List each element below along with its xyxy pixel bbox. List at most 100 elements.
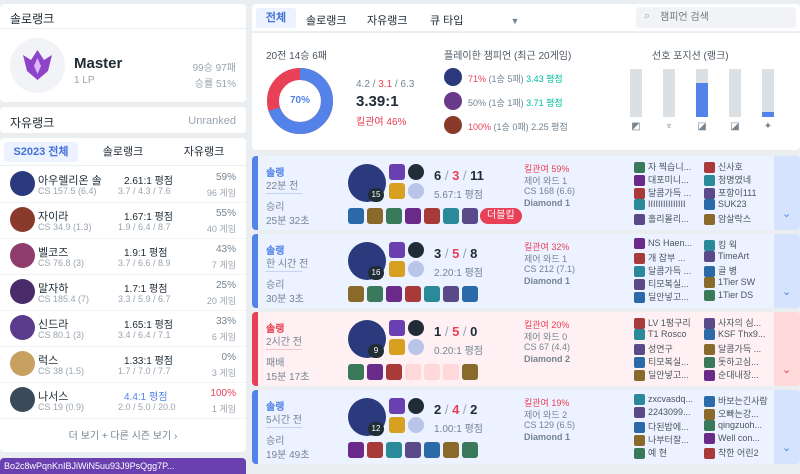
enemy-player[interactable]: 바보는긴사람 — [704, 394, 778, 408]
ally-player[interactable]: 티모복실... — [634, 277, 714, 291]
ally-player[interactable]: T1 Rosco — [634, 329, 714, 342]
player-name: 티모복실... — [648, 279, 689, 289]
champion-row[interactable]: 아우렐리온 솔 CS 157.5 (6.4) 2.61:1 평점 3.7 / 4.3 … — [0, 167, 246, 203]
ally-player[interactable]: 자 찍습니... — [634, 160, 714, 174]
match-kda-ratio: 0.20:1 평점 — [434, 346, 483, 357]
champion-row[interactable]: 럭스 CS 38 (1.5) 1.33:1 평점 1.7 / 7.0 / 7.7 0% 3… — [0, 347, 246, 383]
ally-player[interactable]: 딜안넣고... — [634, 368, 714, 382]
player-name: 1Tier SW — [718, 277, 756, 287]
tab-season-flex[interactable]: 자유랭크 — [166, 142, 242, 162]
ally-player[interactable]: 달콤가득 ... — [634, 264, 714, 278]
champion-row[interactable]: 신드라 CS 80.1 (3) 1.65:1 평점 3.4 / 6.4 / 7.1 33… — [0, 311, 246, 347]
avg-assists: 6.3 — [400, 79, 415, 90]
expand-match-button[interactable]: ⌄ — [774, 390, 800, 464]
ally-player[interactable]: 예 현 — [634, 446, 714, 460]
enemy-player[interactable]: 순대내장... — [704, 368, 778, 382]
tab-season-solo[interactable]: 솔로랭크 — [86, 142, 160, 162]
enemy-player[interactable]: 신사호 — [704, 160, 778, 174]
enemy-player[interactable]: 달콤가득 ... — [704, 342, 778, 356]
expand-match-button[interactable]: ⌄ — [774, 234, 800, 308]
champion-row[interactable]: 말자하 CS 185.4 (7) 1.7:1 평점 3.3 / 5.9 / 6.7 25… — [0, 275, 246, 311]
ally-player[interactable]: LV 1펑구리 — [634, 316, 714, 330]
enemy-player[interactable]: 돗하고심... — [704, 355, 778, 369]
match-card[interactable]: 솔랭 한 시간 전 승리 30분 3초 16 3 / 5 / 8 2.20:1 평점 킬관여 … — [252, 234, 800, 308]
more-seasons-link[interactable]: 더 보기 + 다른 시즌 보기 › — [0, 427, 246, 442]
rune-primary — [408, 164, 424, 180]
player-champion-icon — [704, 290, 715, 302]
player-champion-icon — [634, 199, 645, 211]
item-icon — [424, 442, 440, 458]
tab-flex-rank[interactable]: 자유랭크 — [367, 12, 407, 28]
ally-player[interactable]: 대포미니... — [634, 173, 714, 187]
ally-player[interactable]: zxcvasdq... — [634, 394, 714, 407]
ally-player[interactable]: 개 잡부 ... — [634, 251, 714, 265]
played-score: 2.25 평점 — [531, 122, 568, 132]
tab-all[interactable]: 전체 — [256, 8, 296, 28]
champion-icon — [10, 207, 35, 232]
played-champion-row: 50% (1승 1패) 3.71 평점 — [444, 91, 624, 111]
champion-icon — [10, 243, 35, 268]
ally-player[interactable]: NS Haen... — [634, 238, 714, 251]
enemy-player[interactable]: KSF Thx9... — [704, 329, 778, 342]
enemy-player[interactable]: 착한 어린2 — [704, 446, 778, 460]
player-champion-icon — [704, 357, 715, 369]
champion-row[interactable]: 벨코즈 CS 76.8 (3) 1.9:1 평점 3.7 / 6.6 / 8.9 43%… — [0, 239, 246, 275]
enemy-player[interactable]: SUK23 — [704, 199, 778, 212]
enemy-player[interactable]: 포항이111 — [704, 186, 778, 200]
ally-player[interactable]: IIIIIIIIIIIIIII — [634, 199, 714, 212]
match-duration: 19분 49초 — [266, 450, 310, 461]
match-card[interactable]: 솔랭 2시간 전 패배 15분 17초 9 1 / 5 / 0 0.20:1 평점 킬관여 2… — [252, 312, 800, 386]
expand-match-button[interactable]: ⌄ — [774, 156, 800, 230]
player-champion-icon — [634, 266, 645, 278]
champion-kda: 1.7:1 평점 — [124, 284, 168, 295]
champion-row[interactable]: 자이라 CS 34.9 (1.3) 1.67:1 평점 1.9 / 6.4 / 8.7… — [0, 203, 246, 239]
enemy-player[interactable]: 사자의 심... — [704, 316, 778, 330]
jungle-icon: ♆ — [665, 121, 673, 132]
champion-kda: 1.33:1 평점 — [124, 356, 173, 367]
enemy-player[interactable]: 청명였네 — [704, 173, 778, 187]
player-champion-icon — [704, 433, 715, 445]
match-card[interactable]: 솔랭 5시간 전 승리 19분 49초 12 2 / 4 / 2 1.00:1 평점 킬관여 … — [252, 390, 800, 464]
player-name: 바보는긴사람 — [718, 396, 768, 406]
ally-player[interactable]: 나부터잘... — [634, 433, 714, 447]
tab-season-all[interactable]: S2023 전체 — [4, 142, 78, 162]
champion-search-input[interactable] — [660, 10, 790, 25]
enemy-player[interactable]: 1Tier DS — [704, 290, 778, 303]
item-list — [348, 442, 488, 458]
ally-player[interactable]: 딜안넣고... — [634, 290, 714, 304]
tab-solo-rank[interactable]: 솔로랭크 — [306, 12, 346, 28]
queue-type-dropdown[interactable]: 큐 타입 ▼ — [430, 12, 519, 28]
match-divider — [266, 193, 302, 194]
enemy-player[interactable]: 골 병 — [704, 264, 778, 278]
match-card[interactable]: 솔랭 22분 전 승리 25분 32초 15 6 / 3 / 11 5.67:1 평점 더블킬… — [252, 156, 800, 230]
enemy-player[interactable]: qingzuoh... — [704, 420, 778, 433]
ally-player[interactable]: 다된밥에... — [634, 420, 714, 434]
enemy-player[interactable]: TimeArt — [704, 251, 778, 264]
enemy-player[interactable]: 암살락스 — [704, 212, 778, 226]
ally-player[interactable]: 성연구 — [634, 342, 714, 356]
match-time-ago: 5시간 전 — [266, 415, 302, 426]
match-average-tier: Diamond 1 — [524, 432, 571, 442]
champion-row[interactable]: 나서스 CS 19 (0.9) 4.4:1 평점 2.0 / 5.0 / 20.0 10… — [0, 383, 246, 419]
champion-search[interactable]: ⌕ — [636, 7, 796, 28]
champion-winrate: 55% — [215, 208, 236, 219]
ally-player[interactable]: 2243099... — [634, 407, 714, 420]
position-bar — [663, 69, 675, 117]
mid-lane-icon: ◪ — [697, 121, 707, 132]
champion-kda-detail: 2.0 / 5.0 / 20.0 — [118, 402, 176, 412]
enemy-player[interactable]: 1Tier SW — [704, 277, 778, 290]
position-bar-fill — [762, 112, 774, 117]
enemy-player[interactable]: Well con... — [704, 433, 778, 446]
champion-cs: CS 80.1 (3) — [38, 330, 85, 340]
player-name: 나부터잘... — [648, 435, 689, 445]
player-champion-icon — [704, 214, 715, 226]
season-champions-card: S2023 전체 솔로랭크 자유랭크 아우렐리온 솔 CS 157.5 (6.4)… — [0, 138, 246, 452]
enemy-player[interactable]: 오빠는강... — [704, 407, 778, 421]
winrate-label: 70% — [289, 95, 310, 106]
ally-player[interactable]: 티모복실... — [634, 355, 714, 369]
player-champion-icon — [704, 199, 715, 211]
expand-match-button[interactable]: ⌄ — [774, 312, 800, 386]
ally-player[interactable]: 달콤가득 ... — [634, 186, 714, 200]
enemy-player[interactable]: 킹 웍 — [704, 238, 778, 252]
ally-player[interactable]: 홀리몰리... — [634, 212, 714, 226]
